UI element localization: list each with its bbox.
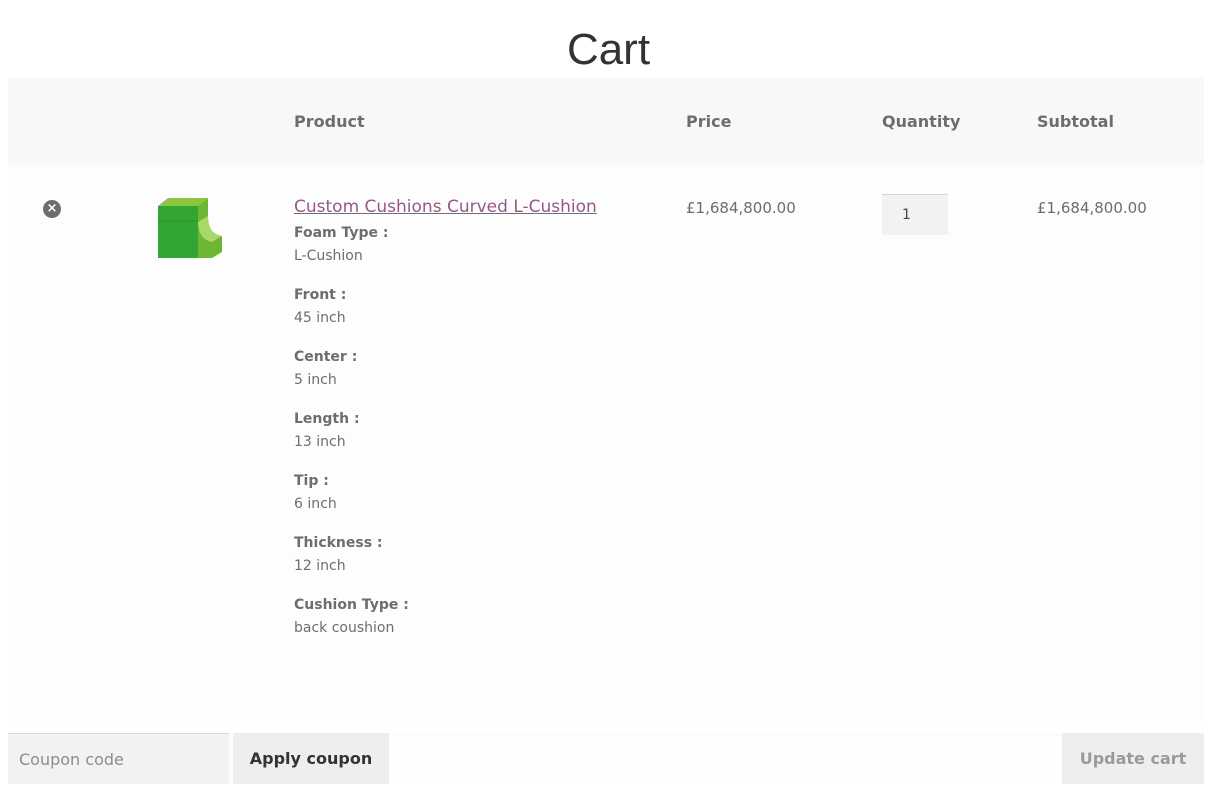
header-product: Product	[294, 112, 365, 131]
meta-item-foam-type: Foam Type : L-Cushion	[294, 222, 654, 269]
cart-actions: Apply coupon Update cart	[8, 733, 1204, 784]
meta-key: Foam Type :	[294, 225, 389, 241]
table-header: Product Price Quantity Subtotal	[8, 78, 1204, 165]
header-price: Price	[686, 112, 732, 131]
meta-item-center: Center : 5 inch	[294, 346, 654, 393]
header-subtotal: Subtotal	[1037, 112, 1114, 131]
meta-value: 13 inch	[294, 434, 346, 450]
meta-item-tip: Tip : 6 inch	[294, 470, 654, 517]
update-cart-button[interactable]: Update cart	[1062, 733, 1204, 784]
green-l-cushion-icon[interactable]	[156, 196, 224, 260]
meta-key: Length :	[294, 411, 360, 427]
meta-value: 5 inch	[294, 372, 337, 388]
meta-value: 6 inch	[294, 496, 337, 512]
meta-value: 12 inch	[294, 558, 346, 574]
product-name-link[interactable]: Custom Cushions Curved L-Cushion	[294, 194, 597, 220]
item-price: £1,684,800.00	[686, 199, 796, 217]
meta-value: 45 inch	[294, 310, 346, 326]
cushion-front-face	[158, 206, 198, 258]
coupon-code-input[interactable]	[8, 733, 229, 784]
remove-item-icon[interactable]: ×	[43, 200, 61, 218]
meta-value: back coushion	[294, 620, 395, 636]
meta-key: Center :	[294, 349, 358, 365]
cart-page: Cart Product Price Quantity Subtotal × C…	[0, 0, 1217, 805]
meta-key: Front :	[294, 287, 347, 303]
meta-item-front: Front : 45 inch	[294, 284, 654, 331]
meta-key: Tip :	[294, 473, 329, 489]
cart-item-row: × Custom Cushions Curved L-Cushion Foam …	[8, 165, 1204, 721]
meta-key: Thickness :	[294, 535, 383, 551]
item-subtotal: £1,684,800.00	[1037, 199, 1147, 217]
product-meta-list: Foam Type : L-Cushion Front : 45 inch Ce…	[294, 222, 654, 641]
cart-table: Product Price Quantity Subtotal × Custom…	[8, 78, 1204, 721]
apply-coupon-button[interactable]: Apply coupon	[233, 733, 389, 784]
product-details: Custom Cushions Curved L-Cushion Foam Ty…	[294, 194, 654, 656]
page-title: Cart	[566, 25, 651, 74]
header-quantity: Quantity	[882, 112, 961, 131]
meta-item-cushion-type: Cushion Type : back coushion	[294, 594, 654, 641]
meta-item-thickness: Thickness : 12 inch	[294, 532, 654, 579]
meta-value: L-Cushion	[294, 248, 363, 264]
meta-key: Cushion Type :	[294, 597, 409, 613]
meta-item-length: Length : 13 inch	[294, 408, 654, 455]
quantity-input[interactable]	[882, 194, 948, 235]
